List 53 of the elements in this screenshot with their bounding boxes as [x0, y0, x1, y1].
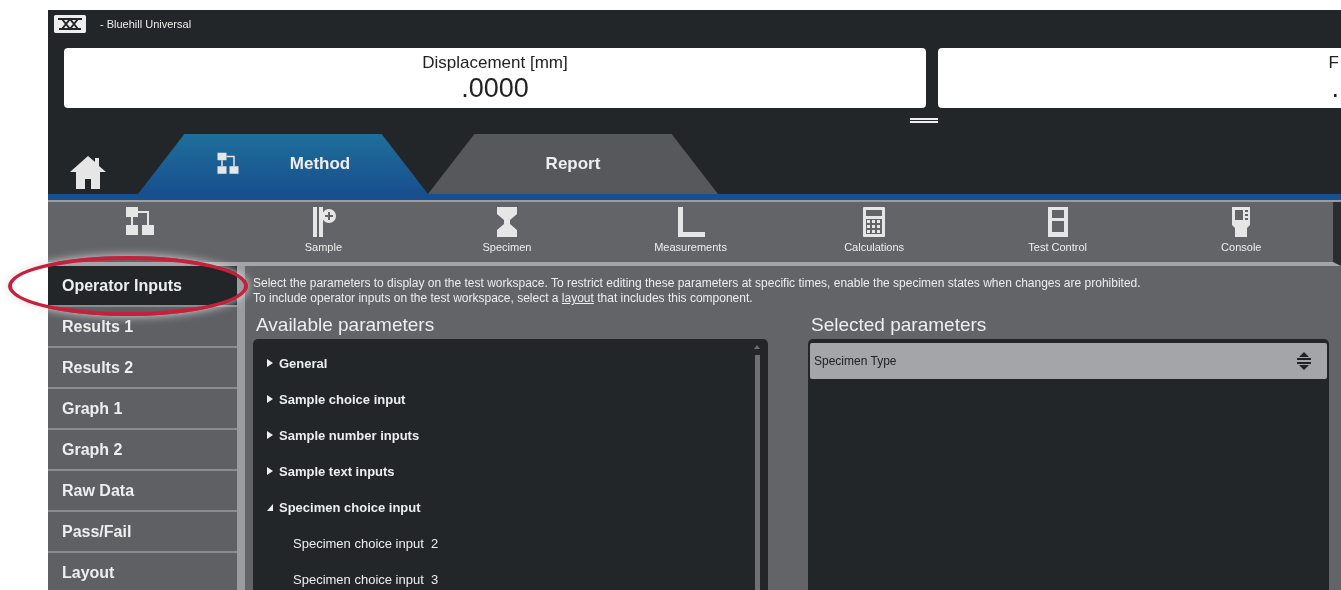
reorder-icon[interactable] [1297, 352, 1311, 370]
sidebar-item[interactable]: Results 1 [48, 307, 237, 348]
tree-item[interactable]: Specimen choice input 3 [267, 561, 748, 590]
tree-item[interactable]: Sample choice input [267, 381, 748, 417]
sidebar-item[interactable]: Layout [48, 553, 237, 590]
tree-item[interactable]: Specimen choice input [267, 489, 748, 525]
readout-label: F [1328, 53, 1339, 73]
tree-label: Sample number inputs [279, 427, 420, 443]
scrollbar[interactable] [755, 355, 760, 590]
sidebar-item[interactable]: Graph 2 [48, 430, 237, 471]
app-title: - Bluehill Universal [100, 18, 192, 30]
toolbar-button[interactable]: Specimen [415, 202, 599, 262]
toolbar-label: Calculations [844, 241, 905, 253]
tree-label: Sample choice input [279, 391, 406, 407]
specimen-icon [496, 206, 517, 238]
sidebar-item[interactable]: Pass/Fail [48, 512, 237, 553]
toolbar-button[interactable]: Calculations [782, 202, 966, 262]
tree-item[interactable]: Sample number inputs [267, 417, 748, 453]
readout-label: Displacement [mm] [422, 53, 568, 73]
home-icon[interactable] [68, 154, 108, 190]
item-label: Specimen Type [814, 354, 897, 368]
tree-item[interactable]: General [267, 345, 748, 381]
tab[interactable]: Report [428, 134, 718, 194]
toolbar-label: Sample [304, 241, 342, 253]
sidebar-item[interactable]: Results 2 [48, 348, 237, 389]
tree-item[interactable]: Sample text inputs [267, 453, 748, 489]
tree-label: General [279, 355, 328, 371]
tree-label: Sample text inputs [279, 463, 395, 479]
scroll-up-icon[interactable] [754, 345, 760, 349]
tree-item[interactable]: Specimen choice input 2 [267, 525, 748, 561]
description-text: Select the parameters to display on the test workspace. To restrict editing these parameters at specific times, enable the specimen states when changes are prohibited. To include operator inputs on the test workspace, select a layout that includes this component. [253, 276, 1142, 306]
layout-link[interactable]: layout [561, 291, 594, 305]
sidebar-item[interactable]: Raw Data [48, 471, 237, 512]
toolbar-label: Specimen [482, 241, 532, 253]
readout-value: . [1331, 73, 1339, 103]
logo-icon [54, 15, 86, 33]
tab[interactable]: Method [138, 134, 428, 194]
toolbar-label: Measurements [654, 241, 727, 253]
list-item[interactable]: Specimen Type [810, 343, 1327, 379]
readout-value: .0000 [461, 73, 529, 103]
toolbar-button[interactable]: Measurements [598, 202, 783, 262]
tree-label: Specimen choice input [279, 499, 421, 515]
toolbar-button[interactable]: Test Control [965, 202, 1150, 262]
workflow-icon [123, 206, 156, 238]
sidebar-item[interactable]: Operator Inputs [48, 266, 237, 307]
sidebar-item[interactable]: Graph 1 [48, 389, 237, 430]
section-heading: Selected parameters [811, 314, 988, 336]
toolbar-button[interactable]: Console [1149, 202, 1334, 262]
toolbar-button[interactable]: Sample [231, 202, 416, 262]
toolbar-label: Test Control [1028, 241, 1088, 253]
toolbar-label: Console [1221, 241, 1262, 253]
section-heading: Available parameters [256, 314, 436, 336]
resize-handle[interactable] [910, 117, 938, 123]
